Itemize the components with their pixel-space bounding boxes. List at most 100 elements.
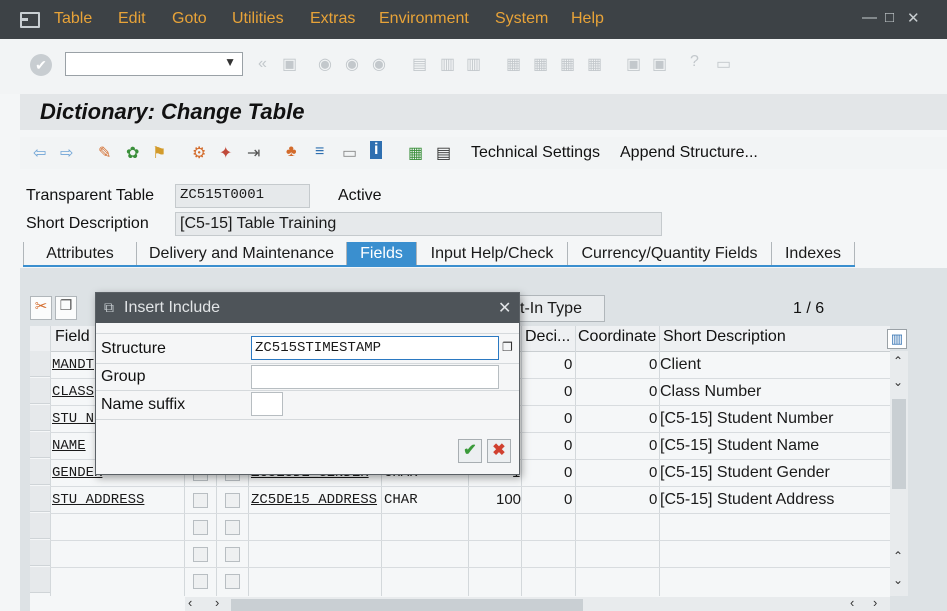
decimals-cell[interactable]: 0 — [564, 410, 572, 427]
hierarchy-icon[interactable]: ♣ — [286, 143, 297, 161]
coordinate-cell[interactable]: 0 — [649, 410, 657, 427]
row-selector[interactable] — [30, 405, 50, 431]
scroll-left-icon[interactable]: ‹ — [188, 595, 192, 610]
column-config-icon[interactable]: ▥ — [887, 329, 907, 349]
find-next-icon[interactable]: ▥ — [466, 54, 481, 74]
row-selector[interactable] — [30, 540, 50, 566]
menu-environment[interactable]: Environment — [379, 10, 469, 28]
scroll-right-end-icon[interactable]: › — [873, 595, 877, 610]
decimals-cell[interactable]: 0 — [564, 464, 572, 481]
object-list-icon[interactable]: ✦ — [219, 143, 232, 163]
table-contents-icon[interactable]: ▤ — [436, 143, 451, 163]
dialog-title-bar[interactable]: ⧉ Insert Include ✕ — [96, 293, 519, 323]
back-arrow-icon[interactable]: ⇦ — [33, 143, 46, 163]
minimize-icon[interactable]: — — [862, 9, 877, 26]
row-selector[interactable] — [30, 351, 50, 377]
tab-delivery-maintenance[interactable]: Delivery and Maintenance — [137, 242, 347, 266]
shortcut-icon[interactable]: ▣ — [652, 54, 667, 74]
structure-input[interactable]: ZC515STIMESTAMP — [251, 336, 499, 360]
short-description-cell[interactable]: Class Number — [660, 383, 761, 401]
next-page-icon[interactable]: ▦ — [560, 54, 575, 74]
initial-values-checkbox[interactable] — [225, 574, 240, 589]
key-checkbox[interactable] — [193, 493, 208, 508]
tab-indexes[interactable]: Indexes — [772, 242, 855, 266]
column-header-short-description[interactable]: Short Description — [663, 328, 786, 346]
print-icon[interactable]: ▤ — [412, 54, 427, 74]
row-selector[interactable] — [30, 378, 50, 404]
scroll-right-icon[interactable]: › — [215, 595, 219, 610]
check-icon[interactable]: ✿ — [126, 143, 139, 163]
column-header-field[interactable]: Field — [55, 328, 90, 346]
initial-values-checkbox[interactable] — [225, 520, 240, 535]
row-selector[interactable] — [30, 432, 50, 458]
scroll-page-up-icon[interactable]: ⌃ — [893, 549, 903, 563]
contents-icon[interactable]: ▦ — [408, 143, 423, 163]
menu-table[interactable]: Table — [54, 10, 92, 28]
navigation-icon[interactable]: ⇥ — [247, 143, 260, 163]
find-icon[interactable]: ▥ — [440, 54, 455, 74]
info-icon[interactable]: i — [370, 141, 383, 159]
activate-icon[interactable]: ⚑ — [152, 143, 166, 163]
command-field[interactable]: ▼ — [65, 52, 243, 76]
cancel-icon[interactable]: ◉ — [372, 54, 386, 74]
back-icon[interactable]: ◉ — [318, 54, 332, 74]
short-description-cell[interactable]: [C5-15] Student Number — [660, 410, 833, 428]
scroll-up-icon[interactable]: ⌃ — [893, 354, 903, 368]
tab-attributes[interactable]: Attributes — [23, 242, 137, 266]
key-checkbox[interactable] — [193, 574, 208, 589]
column-header-decimals[interactable]: Deci... — [525, 328, 570, 346]
row-selector[interactable] — [30, 459, 50, 485]
vertical-scrollbar[interactable]: ⌃ ⌄ ⌃ ⌄ — [890, 351, 908, 596]
tab-currency-quantity[interactable]: Currency/Quantity Fields — [568, 242, 772, 266]
builtin-type-button[interactable]: t-In Type — [505, 295, 605, 322]
row-selector[interactable] — [30, 513, 50, 539]
short-description-cell[interactable]: [C5-15] Student Gender — [660, 464, 830, 482]
decimals-cell[interactable]: 0 — [564, 437, 572, 454]
name-suffix-input[interactable] — [251, 392, 283, 416]
initial-values-checkbox[interactable] — [225, 493, 240, 508]
field-name-cell[interactable]: MANDT — [52, 357, 94, 373]
menu-utilities[interactable]: Utilities — [232, 10, 284, 28]
menu-edit[interactable]: Edit — [118, 10, 146, 28]
field-name-cell[interactable]: CLASS — [52, 384, 94, 400]
previous-page-icon[interactable]: ▦ — [533, 54, 548, 74]
column-header-coordinate[interactable]: Coordinate — [578, 328, 656, 346]
menu-extras[interactable]: Extras — [310, 10, 355, 28]
confirm-button[interactable]: ✔ — [458, 439, 482, 463]
tab-fields[interactable]: Fields — [347, 242, 417, 266]
technical-settings-button[interactable]: Technical Settings — [471, 144, 600, 162]
value-help-icon[interactable]: ❐ — [502, 340, 516, 354]
close-window-icon[interactable]: ✕ — [907, 9, 920, 27]
display-change-icon[interactable]: ✎ — [98, 143, 111, 163]
menu-help[interactable]: Help — [571, 10, 604, 28]
create-session-icon[interactable]: ▣ — [626, 54, 641, 74]
length-cell[interactable]: 100 — [496, 491, 521, 508]
save-icon[interactable]: ▣ — [282, 54, 297, 74]
append-structure-button[interactable]: Append Structure... — [620, 144, 758, 162]
last-page-icon[interactable]: ▦ — [587, 54, 602, 74]
enter-icon[interactable]: ✔ — [30, 54, 52, 76]
first-page-icon[interactable]: ▦ — [506, 54, 521, 74]
coordinate-cell[interactable]: 0 — [649, 356, 657, 373]
decimals-cell[interactable]: 0 — [564, 356, 572, 373]
cancel-button[interactable]: ✖ — [487, 439, 511, 463]
stack-icon[interactable]: ≡ — [315, 143, 324, 161]
coordinate-cell[interactable]: 0 — [649, 437, 657, 454]
field-name-cell[interactable]: NAME — [52, 438, 86, 454]
decimals-cell[interactable]: 0 — [564, 383, 572, 400]
data-type-cell[interactable]: CHAR — [384, 492, 418, 508]
close-icon[interactable]: ✕ — [498, 298, 511, 318]
menu-goto[interactable]: Goto — [172, 10, 207, 28]
coordinate-cell[interactable]: 0 — [649, 464, 657, 481]
key-checkbox[interactable] — [193, 520, 208, 535]
horizontal-scrollbar[interactable]: ‹ › ‹ › — [185, 595, 890, 611]
back-nav-icon[interactable]: « — [258, 55, 267, 73]
cut-icon[interactable]: ✂ — [30, 296, 52, 320]
row-selector[interactable] — [30, 567, 50, 593]
key-checkbox[interactable] — [193, 547, 208, 562]
chevron-down-icon[interactable]: ▼ — [224, 55, 236, 69]
coordinate-cell[interactable]: 0 — [649, 383, 657, 400]
tab-input-help-check[interactable]: Input Help/Check — [417, 242, 568, 266]
app-menu-icon[interactable] — [20, 12, 40, 28]
row-selector[interactable] — [30, 486, 50, 512]
